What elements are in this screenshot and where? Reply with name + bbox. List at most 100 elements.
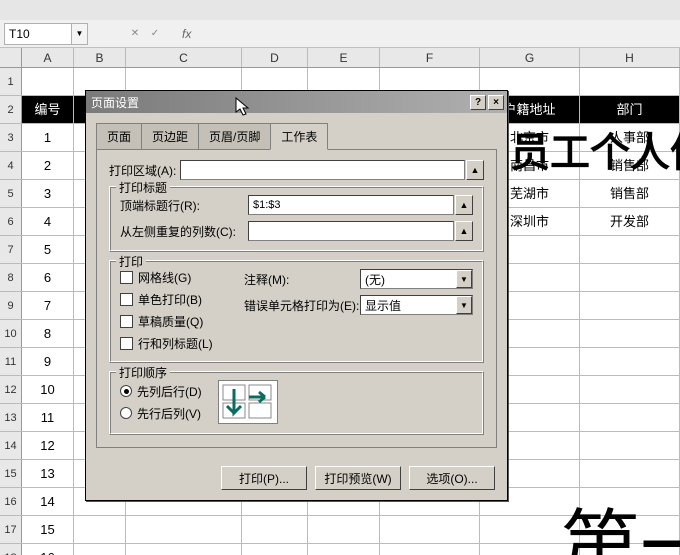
cell[interactable] [308,516,380,543]
row-header[interactable]: 12 [0,376,22,403]
cell[interactable]: 3 [22,180,74,207]
bw-checkbox[interactable] [120,293,133,306]
rowcol-headings-checkbox[interactable] [120,337,133,350]
top-rows-ref-button[interactable]: ▲ [455,195,473,215]
cell[interactable] [580,236,680,263]
cell[interactable]: 4 [22,208,74,235]
row-header[interactable]: 3 [0,124,22,151]
cell[interactable] [580,404,680,431]
name-box-dropdown[interactable]: ▼ [72,23,88,45]
cell[interactable]: 编号 [22,96,74,123]
draft-label: 草稿质量(Q) [138,313,203,330]
comments-select[interactable]: (无)▼ [360,269,473,289]
print-preview-button[interactable]: 打印预览(W) [315,466,401,490]
row-header[interactable]: 7 [0,236,22,263]
row-header[interactable]: 17 [0,516,22,543]
gridlines-checkbox[interactable] [120,271,133,284]
draft-checkbox[interactable] [120,315,133,328]
cell[interactable] [126,544,242,555]
select-all-corner[interactable] [0,48,22,67]
page-setup-dialog: 页面设置 ? × 页面页边距页眉/页脚工作表 打印区域(A): ▲ 打印标题 顶… [85,90,508,501]
row-header[interactable]: 18 [0,544,22,555]
dialog-tab[interactable]: 页面 [96,123,142,149]
bw-label: 单色打印(B) [138,291,202,308]
row-header[interactable]: 5 [0,180,22,207]
column-header[interactable]: H [580,48,680,67]
row-header[interactable]: 13 [0,404,22,431]
cell[interactable]: 8 [22,320,74,347]
cell[interactable]: 11 [22,404,74,431]
cell[interactable]: 12 [22,432,74,459]
cell[interactable]: 13 [22,460,74,487]
row-header[interactable]: 1 [0,68,22,95]
cell[interactable] [74,516,126,543]
cell[interactable]: 9 [22,348,74,375]
order-over-radio[interactable] [120,407,132,419]
order-down-radio[interactable] [120,385,132,397]
row-header[interactable]: 9 [0,292,22,319]
cell[interactable] [22,68,74,95]
row-header[interactable]: 2 [0,96,22,123]
row-header[interactable]: 15 [0,460,22,487]
cell[interactable] [242,544,308,555]
print-area-ref-button[interactable]: ▲ [466,160,484,180]
cell[interactable]: 15 [22,516,74,543]
cell[interactable]: 14 [22,488,74,515]
cell[interactable] [242,516,308,543]
column-header[interactable]: B [74,48,126,67]
column-headers: ABCDEFGH [0,48,680,68]
cell[interactable]: 2 [22,152,74,179]
print-order-icon [218,380,278,424]
cell[interactable]: 1 [22,124,74,151]
dialog-help-button[interactable]: ? [470,95,486,110]
cell[interactable]: 销售部 [580,180,680,207]
column-header[interactable]: E [308,48,380,67]
row-header[interactable]: 10 [0,320,22,347]
row-header[interactable]: 11 [0,348,22,375]
errors-select[interactable]: 显示值▼ [360,295,473,315]
column-header[interactable]: C [126,48,242,67]
cell[interactable]: 16 [22,544,74,555]
cell[interactable]: 10 [22,376,74,403]
column-header[interactable]: F [380,48,480,67]
row-header[interactable]: 4 [0,152,22,179]
cell[interactable] [380,516,480,543]
print-button[interactable]: 打印(P)... [221,466,307,490]
cell[interactable] [580,68,680,95]
worksheet-title-text: 员工个人信 [510,120,680,178]
cell[interactable]: 开发部 [580,208,680,235]
cell[interactable]: 6 [22,264,74,291]
top-rows-input[interactable] [248,195,454,215]
column-header[interactable]: A [22,48,74,67]
cell[interactable] [580,292,680,319]
options-button[interactable]: 选项(O)... [409,466,495,490]
column-header[interactable]: G [480,48,580,67]
print-area-input[interactable] [180,160,465,180]
left-cols-input[interactable] [248,221,454,241]
dialog-titlebar[interactable]: 页面设置 ? × [86,91,507,113]
dialog-tab[interactable]: 页边距 [141,123,199,149]
cell[interactable] [580,348,680,375]
dialog-close-button[interactable]: × [488,95,504,110]
row-header[interactable]: 16 [0,488,22,515]
cell[interactable]: 5 [22,236,74,263]
fx-label[interactable]: fx [182,27,191,41]
name-box[interactable]: T10 [4,23,72,45]
row-header[interactable]: 6 [0,208,22,235]
cell[interactable] [380,544,480,555]
cell[interactable] [126,516,242,543]
cell[interactable] [580,376,680,403]
cell[interactable]: 7 [22,292,74,319]
row-header[interactable]: 8 [0,264,22,291]
cell[interactable] [580,264,680,291]
column-header[interactable]: D [242,48,308,67]
cell[interactable] [580,432,680,459]
dialog-tab[interactable]: 页眉/页脚 [198,123,271,149]
cell[interactable] [74,544,126,555]
left-cols-ref-button[interactable]: ▲ [455,221,473,241]
dialog-tab[interactable]: 工作表 [270,123,328,150]
cell[interactable] [580,320,680,347]
cell[interactable]: 部门 [580,96,680,123]
row-header[interactable]: 14 [0,432,22,459]
cell[interactable] [308,544,380,555]
